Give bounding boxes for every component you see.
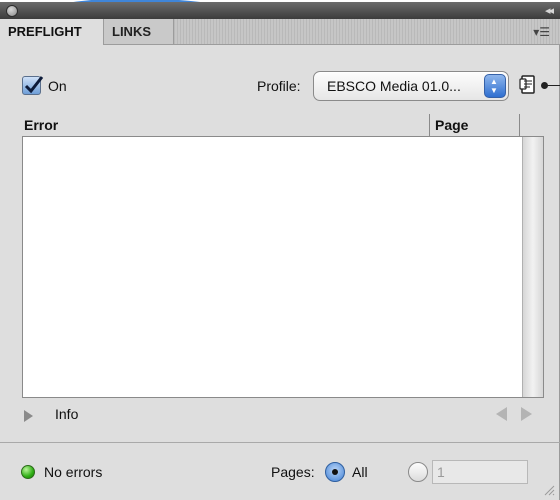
profile-label: Profile:: [257, 78, 301, 94]
pages-all-label[interactable]: All: [352, 464, 368, 480]
column-header-error[interactable]: Error: [24, 117, 58, 133]
next-arrow-icon[interactable]: [521, 407, 532, 421]
on-label: On: [48, 78, 67, 94]
callout-line: [543, 85, 560, 86]
preflight-panel: ◂◂ PREFLIGHT LINKS ▾☰ On Profile: EBSCO …: [0, 2, 560, 500]
profile-select[interactable]: EBSCO Media 01.0... ▲ ▼: [313, 71, 509, 101]
tab-links[interactable]: LINKS: [104, 19, 174, 44]
profile-value: EBSCO Media 01.0...: [327, 78, 461, 94]
panel-title-bar[interactable]: ◂◂: [0, 2, 560, 19]
status-indicator-icon: [21, 465, 35, 479]
status-text: No errors: [44, 464, 103, 480]
pages-all-radio[interactable]: [325, 462, 345, 482]
profile-menu-icon[interactable]: [517, 73, 539, 97]
column-divider[interactable]: [519, 114, 520, 136]
page-range-input[interactable]: [432, 460, 528, 484]
error-table-header: Error Page: [22, 114, 536, 137]
tab-bar: PREFLIGHT LINKS ▾☰: [0, 19, 560, 45]
column-header-page[interactable]: Page: [435, 117, 468, 133]
column-divider[interactable]: [429, 114, 430, 136]
checkmark-icon: [24, 76, 44, 94]
info-toggle-icon[interactable]: [24, 410, 33, 422]
panel-menu-icon[interactable]: ▾☰: [533, 25, 550, 39]
pages-range-radio[interactable]: [408, 462, 428, 482]
pages-label: Pages:: [271, 464, 315, 480]
error-list[interactable]: [22, 136, 544, 398]
info-label[interactable]: Info: [55, 406, 78, 422]
previous-arrow-icon[interactable]: [496, 407, 507, 421]
resize-grip-icon[interactable]: [543, 484, 555, 496]
close-icon[interactable]: [6, 5, 18, 17]
select-arrows-icon: ▲ ▼: [484, 74, 506, 98]
vertical-scrollbar[interactable]: [522, 137, 543, 397]
footer-divider: [0, 442, 560, 443]
on-checkbox[interactable]: [22, 76, 44, 95]
tab-preflight[interactable]: PREFLIGHT: [0, 19, 104, 45]
collapse-icon[interactable]: ◂◂: [545, 4, 554, 17]
